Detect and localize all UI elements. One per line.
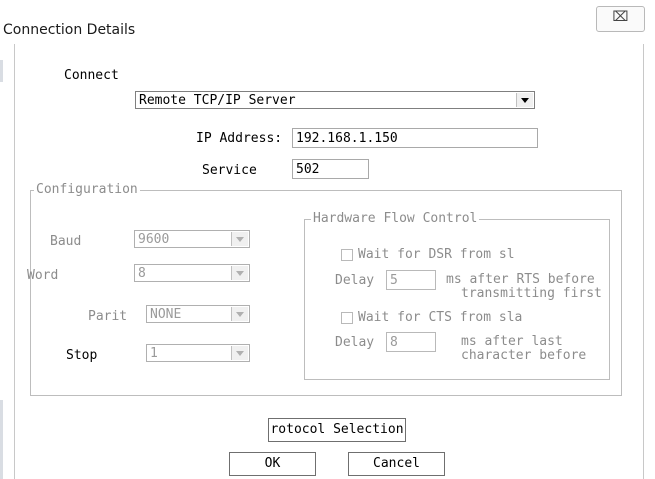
stop-select[interactable]: 1 (146, 344, 250, 362)
window-title: Connection Details (3, 22, 136, 38)
protocol-selection-button[interactable]: rotocol Selection (268, 418, 406, 442)
baud-label: Baud (50, 234, 82, 249)
connect-label: Connect (64, 68, 119, 83)
delay1-desc-line1: ms after RTS before (446, 272, 595, 287)
dsr-checkbox[interactable] (341, 249, 353, 261)
chevron-down-icon[interactable] (516, 93, 533, 107)
protocol-selection-label: rotocol Selection (270, 422, 404, 437)
close-button[interactable]: ⌧ (596, 6, 645, 32)
word-label: Word (27, 268, 59, 283)
baud-value: 9600 (138, 232, 170, 247)
stop-value: 1 (150, 346, 158, 361)
chevron-down-icon[interactable] (231, 266, 248, 280)
window-edge-bottom (0, 400, 3, 479)
cts-label: Wait for CTS from sla (358, 310, 523, 325)
delay1-label: Delay (335, 273, 375, 288)
chevron-down-icon[interactable] (231, 307, 248, 321)
ip-address-value: 192.168.1.150 (296, 131, 398, 146)
stop-label: Stop (66, 348, 98, 363)
delay2-value: 8 (390, 335, 398, 350)
delay1-value: 5 (390, 273, 398, 288)
cancel-label: Cancel (373, 456, 420, 471)
delay2-desc-line1: ms after last (461, 334, 563, 349)
ok-label: OK (264, 456, 281, 471)
dialog-body: Connect Remote TCP/IP Server IP Address:… (14, 44, 644, 479)
baud-select[interactable]: 9600 (134, 230, 250, 248)
parity-value: NONE (150, 307, 182, 322)
cancel-button[interactable]: Cancel (348, 452, 445, 476)
close-icon: ⌧ (612, 9, 629, 25)
window-edge-top (0, 60, 3, 82)
delay1-field[interactable]: 5 (386, 270, 436, 290)
connect-type-value: Remote TCP/IP Server (139, 93, 296, 108)
delay2-label: Delay (335, 335, 375, 350)
delay2-field[interactable]: 8 (386, 332, 436, 352)
ok-button[interactable]: OK (229, 452, 316, 476)
ip-address-label: IP Address: (196, 131, 283, 146)
service-field[interactable]: 502 (292, 159, 369, 179)
dsr-label: Wait for DSR from sl (358, 247, 515, 262)
word-select[interactable]: 8 (134, 264, 250, 282)
service-label: Service (202, 163, 257, 178)
chevron-down-icon[interactable] (231, 346, 248, 360)
ip-address-field[interactable]: 192.168.1.150 (292, 128, 538, 148)
hardware-flow-legend: Hardware Flow Control (311, 211, 480, 226)
parity-label: Parit (88, 309, 128, 324)
delay2-desc-line2: character before (461, 348, 587, 363)
configuration-legend: Configuration (34, 182, 140, 197)
service-value: 502 (296, 162, 320, 177)
word-value: 8 (138, 266, 146, 281)
delay1-desc-line2: transmitting first (461, 286, 602, 301)
parity-select[interactable]: NONE (146, 305, 250, 323)
cts-checkbox[interactable] (341, 312, 353, 324)
connect-type-select[interactable]: Remote TCP/IP Server (135, 91, 535, 109)
chevron-down-icon[interactable] (231, 232, 248, 246)
